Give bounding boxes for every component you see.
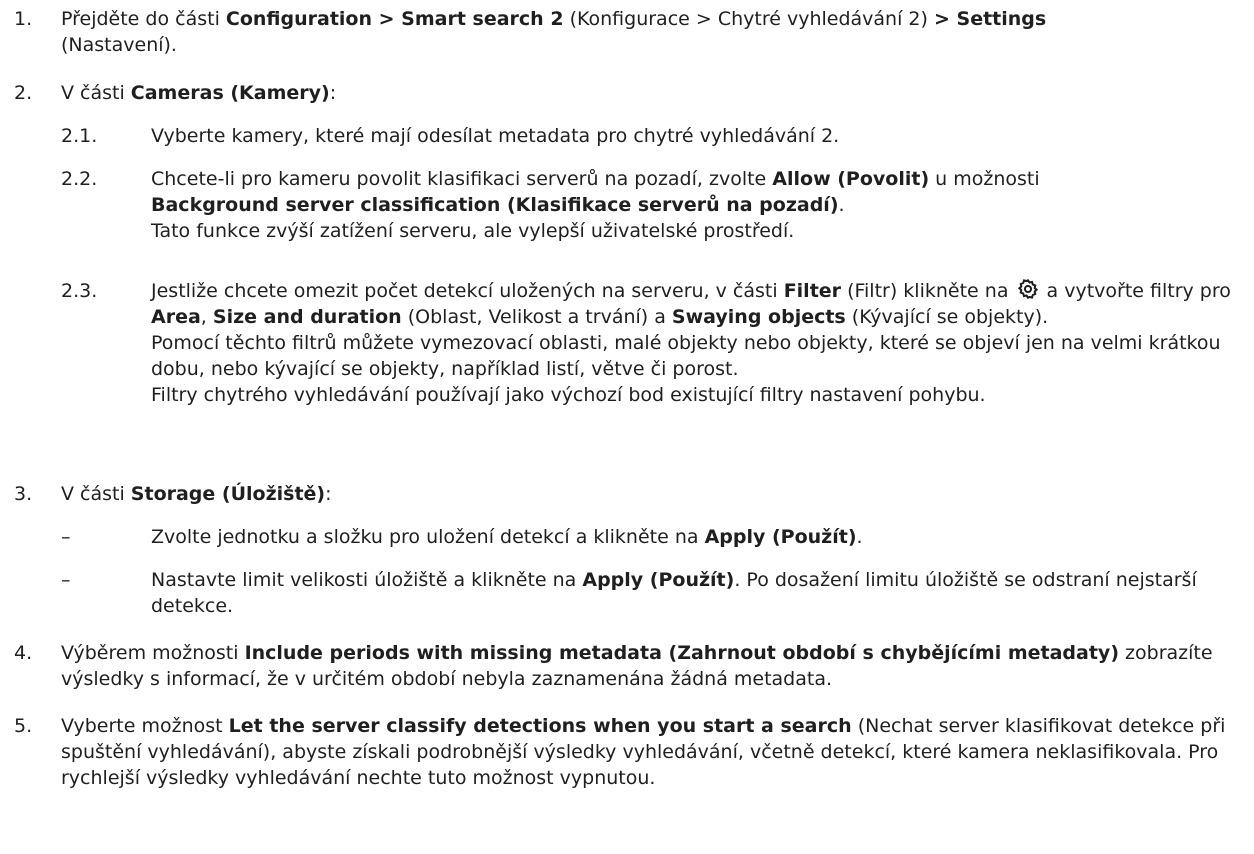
step-text: Zvolte jednotku a složku pro uložení det… xyxy=(151,526,863,548)
filter-size-duration: Size and duration xyxy=(212,306,402,328)
step-number: 2.3. xyxy=(61,280,98,302)
section-name: Storage (Úložiště) xyxy=(130,483,326,505)
step-text: Vyberte možnost Let the server classify … xyxy=(61,715,1226,789)
filter-swaying: Swaying objects xyxy=(671,306,846,328)
step-text: Přejděte do části Configuration > Smart … xyxy=(61,8,1047,56)
filter-area: Area xyxy=(151,306,201,328)
step-text: Vyberte kamery, které mají odesílat meta… xyxy=(151,125,840,147)
bullet-dash: – xyxy=(61,569,71,591)
step-text: Chcete-li pro kameru povolit klasifikaci… xyxy=(151,168,1040,242)
step-text: Jestliže chcete omezit počet detekcí ulo… xyxy=(151,278,1231,406)
apply-label: Apply (Použít) xyxy=(704,526,857,548)
menu-path-settings: > Settings xyxy=(933,8,1047,30)
step-number: 2.2. xyxy=(61,168,98,190)
step-text: V části Storage (Úložiště): xyxy=(61,483,332,505)
step-note: Tato funkce zvýší zatížení serveru, ale … xyxy=(151,220,795,242)
step-number: 2. xyxy=(14,82,33,104)
step-number: 4. xyxy=(14,642,33,664)
step-text: V části Cameras (Kamery): xyxy=(61,82,337,104)
step-number: 3. xyxy=(14,483,33,505)
step-number: 5. xyxy=(14,715,33,737)
menu-path: Configuration > Smart search 2 xyxy=(225,8,564,30)
option-name: Background server classification (Klasif… xyxy=(151,194,839,216)
option-value: Allow (Povolit) xyxy=(772,168,930,190)
step-text: Nastavte limit velikosti úložiště a klik… xyxy=(151,569,1197,617)
section-name: Cameras (Kamery) xyxy=(130,82,330,104)
step-number: 1. xyxy=(14,8,33,30)
instruction-document: 1. Přejděte do části Configuration > Sma… xyxy=(0,0,1254,854)
step-note: Pomocí těchto filtrů můžete vymezovací o… xyxy=(151,332,1221,380)
bullet-dash: – xyxy=(61,526,71,548)
apply-label: Apply (Použít) xyxy=(582,569,735,591)
option-name: Include periods with missing metadata (Z… xyxy=(244,642,1119,664)
gear-icon xyxy=(1017,278,1039,300)
step-note: Filtry chytrého vyhledávání používají ja… xyxy=(151,384,986,406)
option-name: Let the server classify detections when … xyxy=(228,715,852,737)
step-number: 2.1. xyxy=(61,125,98,147)
section-name: Filter xyxy=(783,280,842,302)
step-text: Výběrem možnosti Include periods with mi… xyxy=(61,642,1213,690)
